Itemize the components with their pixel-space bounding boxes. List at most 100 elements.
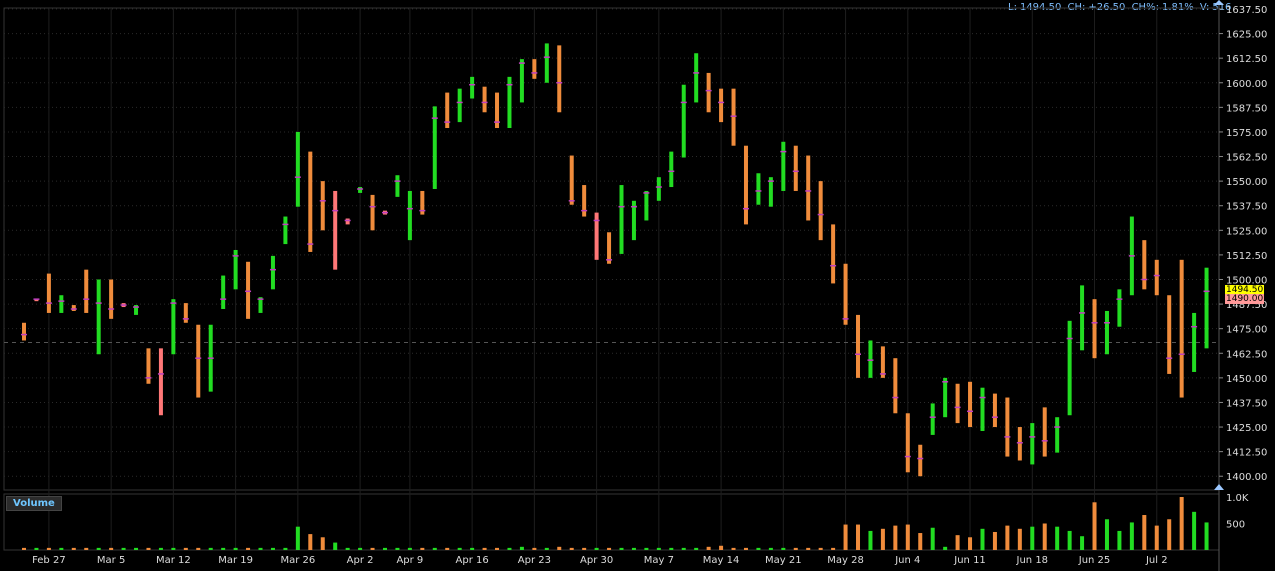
volume-bar bbox=[84, 547, 89, 550]
ohlc-bar bbox=[694, 53, 699, 103]
volume-bar bbox=[1030, 526, 1035, 550]
ohlc-bar bbox=[856, 314, 861, 378]
volume-bar bbox=[694, 547, 699, 550]
y-tick-label: 1525.00 bbox=[1226, 226, 1267, 237]
volume-bar bbox=[46, 547, 51, 550]
volume-bar bbox=[258, 547, 263, 550]
y-tick-label: 1550.00 bbox=[1226, 177, 1267, 188]
volume-bar bbox=[221, 547, 226, 550]
y-tick-label: 1625.00 bbox=[1226, 30, 1267, 41]
x-tick-label: Apr 16 bbox=[456, 555, 489, 566]
volume-bar bbox=[768, 547, 773, 550]
ohlc-bar bbox=[1154, 259, 1159, 296]
ohlc-bar bbox=[1104, 310, 1109, 355]
ohlc-bar bbox=[943, 377, 948, 418]
y-tick-label: 1537.50 bbox=[1226, 202, 1267, 213]
volume-bar bbox=[482, 547, 487, 550]
y-tick-label: 1412.50 bbox=[1226, 448, 1267, 459]
volume-bar bbox=[719, 545, 724, 550]
volume-bar bbox=[943, 546, 948, 550]
volume-bar bbox=[121, 547, 126, 550]
y-tick-label: 1575.00 bbox=[1226, 128, 1267, 139]
volume-bar bbox=[1192, 511, 1197, 550]
y-tick-label: 1400.00 bbox=[1226, 472, 1267, 483]
volume-bar bbox=[607, 547, 612, 550]
ohlc-bar bbox=[308, 151, 313, 252]
volume-bar bbox=[818, 547, 823, 550]
y-tick-label: 1462.50 bbox=[1226, 349, 1267, 360]
ohlc-bar bbox=[868, 340, 873, 378]
x-tick-label: Mar 5 bbox=[97, 555, 125, 566]
volume-bar bbox=[918, 533, 923, 550]
ohlc-bar bbox=[607, 232, 612, 264]
ohlc-bar bbox=[1080, 285, 1085, 351]
y-tick-label: 1600.00 bbox=[1226, 79, 1267, 90]
x-tick-label: Jun 11 bbox=[953, 555, 986, 566]
volume-bar bbox=[183, 547, 188, 550]
ohlc-bar bbox=[46, 273, 51, 313]
ohlc-bar bbox=[358, 187, 363, 193]
ohlc-bar bbox=[1005, 397, 1010, 457]
volume-bar bbox=[1005, 525, 1010, 550]
volume-bar bbox=[582, 547, 587, 550]
volume-bar bbox=[395, 547, 400, 550]
volume-bar bbox=[569, 547, 574, 550]
y-tick-label: 1587.50 bbox=[1226, 103, 1267, 114]
volume-bar bbox=[495, 547, 500, 550]
volume-bar bbox=[208, 547, 213, 550]
ohlc-bar bbox=[544, 43, 549, 83]
ohlc-bar bbox=[992, 393, 997, 428]
volume-bar bbox=[1142, 515, 1147, 550]
ohlc-bar bbox=[644, 190, 649, 221]
price-chart[interactable]: 1637.50 1625.00 1612.50 1600.00 1587.50 1575.… bbox=[0, 0, 1275, 571]
ohlc-bar bbox=[407, 190, 412, 241]
x-tick-label: Apr 23 bbox=[518, 555, 551, 566]
volume-bar bbox=[22, 547, 26, 550]
volume-bar bbox=[594, 547, 599, 550]
ohlc-bar bbox=[519, 59, 524, 103]
x-tick-label: May 14 bbox=[703, 555, 740, 566]
volume-bar bbox=[669, 547, 674, 550]
x-tick-label: Jun 18 bbox=[1016, 555, 1049, 566]
volume-bar bbox=[333, 542, 338, 550]
volume-bar bbox=[320, 537, 325, 550]
ohlc-bar bbox=[719, 88, 724, 123]
volume-bar bbox=[706, 546, 711, 550]
ohlc-bar bbox=[968, 381, 973, 428]
ohlc-bar bbox=[246, 261, 251, 319]
volume-bar bbox=[656, 547, 661, 550]
ohlc-bar bbox=[806, 155, 811, 221]
ohlc-bar bbox=[731, 88, 736, 146]
ohlc-bar bbox=[681, 84, 686, 158]
volume-bar bbox=[283, 547, 288, 550]
price-panel-frame bbox=[3, 7, 1220, 491]
ohlc-bar bbox=[84, 269, 89, 313]
x-tick-label: Jun 25 bbox=[1078, 555, 1111, 566]
volume-bar bbox=[1179, 497, 1184, 550]
ohlc-bar bbox=[818, 181, 823, 241]
x-tick-label: Feb 27 bbox=[32, 555, 66, 566]
prev-price-tag: 1490.00 bbox=[1225, 294, 1265, 305]
volume-bar bbox=[246, 547, 251, 550]
volume-bar bbox=[1129, 522, 1134, 550]
ohlc-bar bbox=[980, 387, 985, 431]
ohlc-bar bbox=[482, 86, 487, 113]
ohlc-bar bbox=[880, 346, 885, 378]
volume-bar bbox=[532, 547, 537, 550]
volume-bar bbox=[295, 526, 300, 550]
ohlc-bar bbox=[1179, 259, 1184, 398]
volume-bar bbox=[1104, 519, 1109, 550]
volume-bar bbox=[619, 547, 624, 550]
volume-panel-label[interactable]: Volume bbox=[6, 496, 62, 511]
volume-bar bbox=[1154, 525, 1159, 550]
ohlc-bar bbox=[470, 76, 475, 99]
volume-bar bbox=[843, 524, 848, 550]
volume-bar bbox=[905, 524, 910, 550]
x-tick-label: Mar 26 bbox=[280, 555, 315, 566]
y-tick-label: 1612.50 bbox=[1226, 54, 1267, 65]
volume-bar bbox=[445, 547, 450, 550]
y-tick-label: 1475.00 bbox=[1226, 325, 1267, 336]
volume-bar bbox=[196, 547, 201, 550]
volume-bar bbox=[743, 547, 748, 550]
volume-bar bbox=[980, 528, 985, 550]
